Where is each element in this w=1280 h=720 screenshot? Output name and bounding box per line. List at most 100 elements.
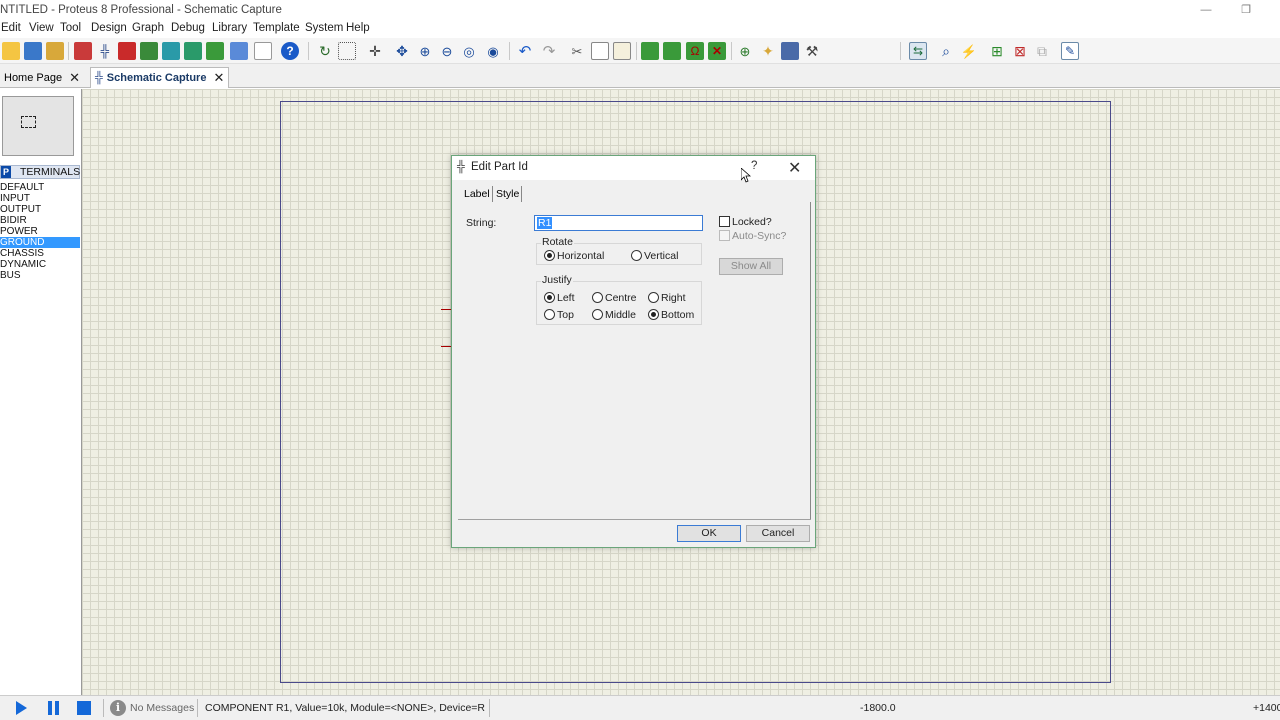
block-rotate-icon[interactable]: Ω	[686, 42, 704, 60]
minimize-button[interactable]: —	[1194, 2, 1218, 18]
justify-middle-radio[interactable]	[592, 309, 603, 320]
copy-icon[interactable]	[591, 42, 609, 60]
open-icon[interactable]	[2, 42, 20, 60]
help-button[interactable]: ?	[751, 160, 757, 172]
overview-window[interactable]	[2, 96, 74, 156]
bom-icon[interactable]	[184, 42, 202, 60]
justify-left-radio[interactable]	[544, 292, 555, 303]
vsm-icon[interactable]	[230, 42, 248, 60]
wire-segment[interactable]	[441, 346, 451, 347]
home-icon[interactable]	[74, 42, 92, 60]
import-icon[interactable]	[46, 42, 64, 60]
origin-icon[interactable]: ✛	[366, 42, 384, 60]
new-sheet-icon[interactable]: ⊞	[988, 42, 1006, 60]
dialog-title-bar[interactable]: ╬ Edit Part Id ? ✕	[452, 156, 815, 183]
zoom-area-icon[interactable]: ◉	[484, 42, 502, 60]
ok-button[interactable]: OK	[677, 525, 741, 542]
decompose-icon[interactable]: ⚒	[803, 42, 821, 60]
menu-edit[interactable]: Edit	[1, 22, 21, 34]
tab-home-page[interactable]: Home Page ✕	[0, 67, 84, 88]
list-item-selected[interactable]: GROUND	[0, 237, 80, 248]
justify-left-label: Left	[557, 292, 575, 304]
list-item[interactable]: POWER	[0, 226, 80, 237]
pause-button[interactable]	[48, 701, 64, 716]
menu-library[interactable]: Library	[212, 22, 247, 34]
tab-schematic-capture[interactable]: ╬ Schematic Capture ✕	[90, 67, 230, 88]
help-icon[interactable]: ?	[281, 42, 299, 60]
info-icon[interactable]: i	[110, 700, 126, 716]
justify-top-radio[interactable]	[544, 309, 555, 320]
search-icon[interactable]: ⌕	[937, 42, 955, 60]
menu-system[interactable]: System	[305, 22, 343, 34]
wire-segment[interactable]	[441, 309, 451, 310]
auto-sync-checkbox[interactable]	[719, 230, 730, 241]
menu-graph[interactable]: Graph	[132, 22, 164, 34]
menu-help[interactable]: Help	[346, 22, 370, 34]
status-divider	[489, 699, 490, 717]
remove-sheet-icon[interactable]: ⊠	[1011, 42, 1029, 60]
string-input[interactable]: R1	[534, 215, 703, 231]
close-button[interactable]: ✕	[788, 158, 801, 178]
list-item[interactable]: INPUT	[0, 193, 80, 204]
refresh-icon[interactable]: ↻	[316, 42, 334, 60]
justify-centre-radio[interactable]	[592, 292, 603, 303]
edit-part-id-dialog: ╬ Edit Part Id ? ✕ Label Style String: R…	[451, 155, 816, 548]
tab-style[interactable]: Style	[494, 186, 523, 202]
make-device-icon[interactable]: ✦	[759, 42, 777, 60]
close-icon[interactable]: ✕	[213, 70, 224, 86]
pcb-icon[interactable]	[118, 42, 136, 60]
grid-icon[interactable]	[338, 42, 356, 60]
rotate-horizontal-radio[interactable]	[544, 250, 555, 261]
list-item[interactable]: CHASSIS	[0, 248, 80, 259]
3d-icon[interactable]	[140, 42, 158, 60]
list-item[interactable]: BIDIR	[0, 215, 80, 226]
zoom-all-icon[interactable]: ◎	[460, 42, 478, 60]
auto-sync-label: Auto-Sync?	[732, 230, 787, 242]
redo-icon[interactable]: ↷	[540, 42, 558, 60]
locked-checkbox[interactable]	[719, 216, 730, 227]
zoom-out-icon[interactable]: ⊖	[438, 42, 456, 60]
cancel-button[interactable]: Cancel	[746, 525, 810, 542]
source-doc-icon[interactable]	[254, 42, 272, 60]
exit-parent-icon[interactable]: ⧉	[1033, 42, 1051, 60]
list-item[interactable]: BUS	[0, 270, 80, 281]
justify-right-radio[interactable]	[648, 292, 659, 303]
gerber-icon[interactable]	[162, 42, 180, 60]
title-bar: NTITLED - Proteus 8 Professional - Schem…	[0, 0, 1280, 20]
block-move-icon[interactable]	[663, 42, 681, 60]
zoom-in-icon[interactable]: ⊕	[416, 42, 434, 60]
paste-icon[interactable]	[613, 42, 631, 60]
pan-icon[interactable]: ✥	[393, 42, 411, 60]
cut-icon[interactable]: ✂	[568, 42, 586, 60]
tab-label[interactable]: Label	[462, 186, 493, 202]
menu-view[interactable]: View	[29, 22, 54, 34]
list-item[interactable]: OUTPUT	[0, 204, 80, 215]
packaging-icon[interactable]	[781, 42, 799, 60]
undo-icon[interactable]: ↶	[516, 42, 534, 60]
play-button[interactable]	[16, 701, 27, 715]
close-icon[interactable]: ✕	[69, 70, 80, 86]
bill-of-materials-icon[interactable]: ✎	[1061, 42, 1079, 60]
source-icon[interactable]	[206, 42, 224, 60]
restore-button[interactable]: ❐	[1234, 2, 1258, 18]
menu-template[interactable]: Template	[253, 22, 300, 34]
save-icon[interactable]	[24, 42, 42, 60]
pick-device-icon[interactable]: ⊕	[736, 42, 754, 60]
coordinate-x: -1800.0	[860, 702, 896, 714]
justify-bottom-radio[interactable]	[648, 309, 659, 320]
list-item[interactable]: DYNAMIC	[0, 259, 80, 270]
menu-design[interactable]: Design	[91, 22, 127, 34]
rotate-vertical-radio[interactable]	[631, 250, 642, 261]
stop-button[interactable]	[77, 701, 91, 715]
block-copy-icon[interactable]	[641, 42, 659, 60]
menu-tool[interactable]: Tool	[60, 22, 81, 34]
messages-status[interactable]: No Messages	[130, 702, 194, 714]
property-assign-icon[interactable]: ⚡	[960, 42, 978, 60]
block-delete-icon[interactable]: ✕	[708, 42, 726, 60]
pick-mode-button[interactable]: P	[1, 166, 11, 178]
wire-autorouter-icon[interactable]: ⇆	[909, 42, 927, 60]
list-item[interactable]: DEFAULT	[0, 182, 80, 193]
show-all-button[interactable]: Show All	[719, 258, 783, 275]
schematic-icon[interactable]: ╬	[96, 42, 114, 60]
menu-debug[interactable]: Debug	[171, 22, 205, 34]
